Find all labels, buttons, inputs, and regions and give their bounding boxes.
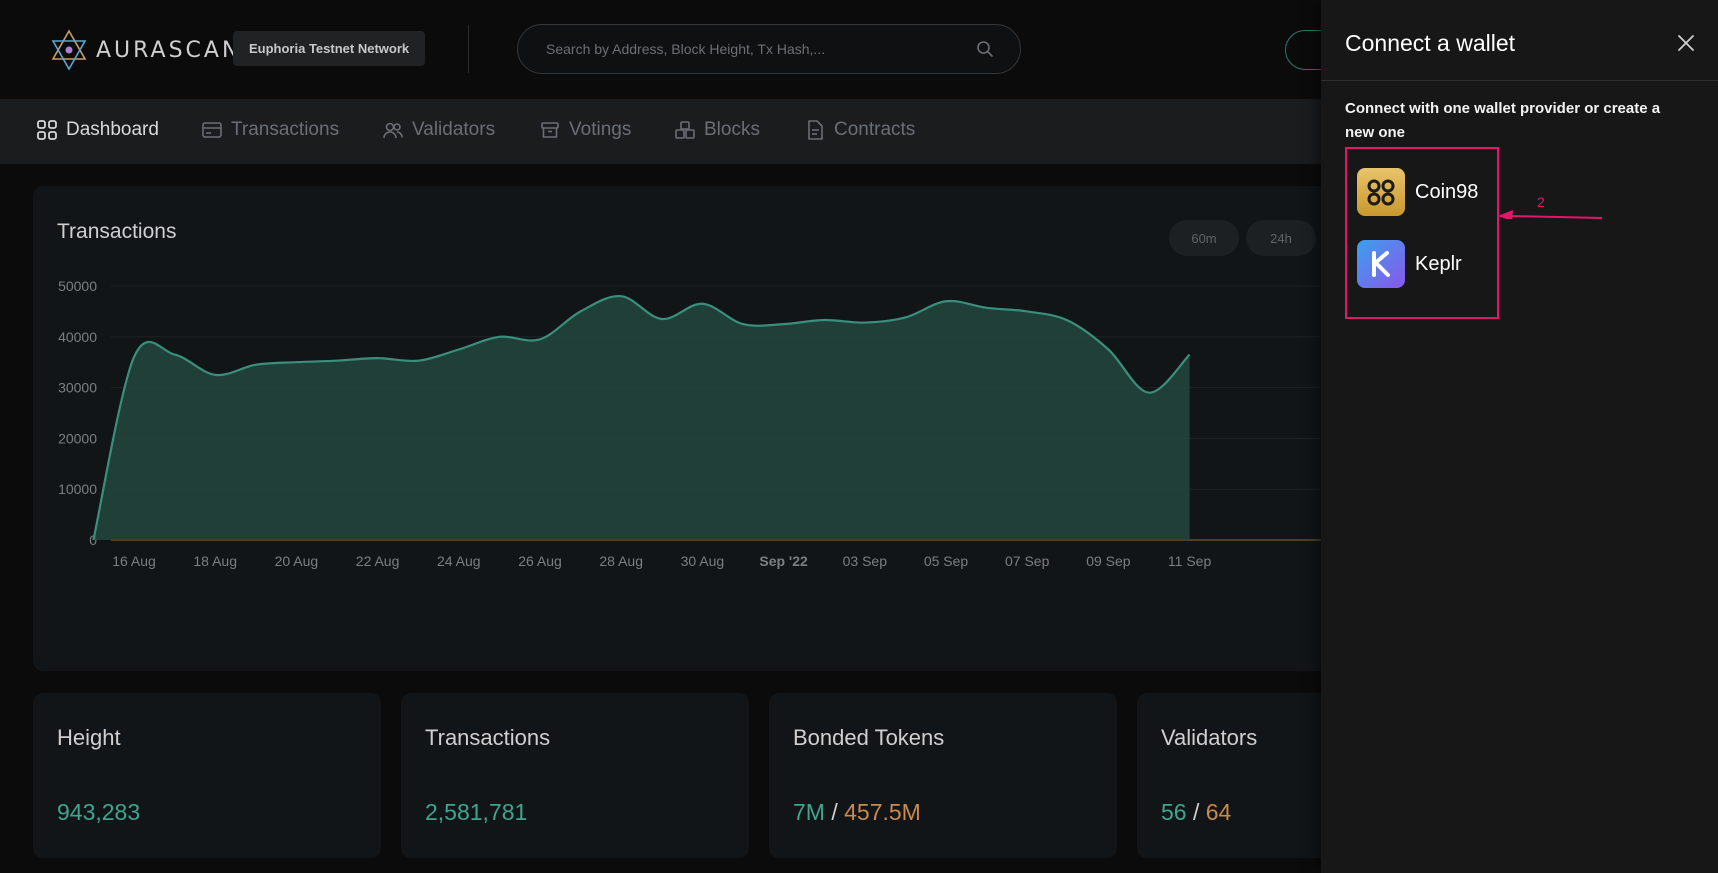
annotation-arrow-icon <box>1498 210 1603 219</box>
wallet-option-keplr[interactable]: Keplr <box>1357 240 1462 288</box>
y-tick-label: 20000 <box>58 430 97 446</box>
search-icon[interactable] <box>976 40 994 58</box>
close-icon[interactable] <box>1676 33 1696 53</box>
archive-box-icon <box>541 122 559 138</box>
wallet-option-coin98[interactable]: Coin98 <box>1357 168 1478 216</box>
nav-label: Blocks <box>704 119 760 140</box>
active-validators-value: 56 <box>1161 799 1187 825</box>
keplr-icon <box>1357 240 1405 288</box>
x-tick-label: 18 Aug <box>193 553 237 569</box>
search-input[interactable] <box>546 25 966 73</box>
wallet-list-highlight: Coin98 Keplr <box>1345 147 1499 319</box>
nav-blocks[interactable]: Blocks <box>674 119 760 141</box>
stat-label: Height <box>57 725 121 750</box>
nav-transactions[interactable]: Transactions <box>201 119 339 141</box>
drawer-divider <box>1321 80 1718 81</box>
network-badge[interactable]: Euphoria Testnet Network <box>233 31 426 66</box>
stat-label: Transactions <box>425 725 551 750</box>
drawer-description: Connect with one wallet provider or crea… <box>1345 100 1661 141</box>
aurascan-logo-icon <box>51 29 87 71</box>
area-fill <box>93 296 1190 540</box>
stat-card-bonded-tokens: Bonded Tokens 7M / 457.5M <box>769 693 1117 858</box>
x-tick-label: 24 Aug <box>437 553 481 569</box>
x-tick-label: 16 Aug <box>112 553 156 569</box>
stat-value: 7M / 457.5M <box>793 799 921 826</box>
x-tick-label: 09 Sep <box>1086 553 1131 569</box>
nav-label: Transactions <box>231 119 340 140</box>
y-tick-label: 30000 <box>58 380 97 396</box>
y-tick-label: 10000 <box>58 481 97 497</box>
stat-value: 56 / 64 <box>1161 799 1231 826</box>
transactions-chart-card: Transactions 60m 24h 0 10000 20000 30000 400… <box>33 186 1433 671</box>
nav-contracts[interactable]: Contracts <box>804 119 915 141</box>
stat-label: Validators <box>1161 725 1258 750</box>
transactions-area-chart: 0100002000030000400005000016 Aug 18 Aug 20… <box>58 278 1433 569</box>
card-icon <box>202 122 222 138</box>
app-root: AURASCAN Euphoria Testnet Network Dashbo… <box>0 0 1718 873</box>
document-icon <box>808 120 823 140</box>
blocks-icon <box>675 121 695 139</box>
x-tick-label: 30 Aug <box>681 553 725 569</box>
header-divider <box>468 25 469 73</box>
x-tick-label: 03 Sep <box>843 553 888 569</box>
x-tick-label: 11 Sep <box>1168 553 1212 569</box>
drawer-title: Connect a wallet <box>1345 30 1516 56</box>
nav-label: Dashboard <box>66 119 159 140</box>
brand-name: AURASCAN <box>96 37 242 63</box>
logo[interactable]: AURASCAN <box>50 29 241 71</box>
x-tick-label: 28 Aug <box>599 553 643 569</box>
total-value: 457.5M <box>844 799 921 825</box>
y-tick-label: 40000 <box>58 329 97 345</box>
wallet-name: Keplr <box>1415 252 1462 275</box>
value-separator: / <box>1186 799 1206 825</box>
bonded-value: 7M <box>793 799 825 825</box>
x-tick-label: 07 Sep <box>1005 553 1050 569</box>
value-separator: / <box>824 799 845 825</box>
stat-label: Bonded Tokens <box>793 725 945 750</box>
stat-value: 2,581,781 <box>425 799 528 825</box>
dashboard-icon <box>37 120 57 140</box>
total-validators-value: 64 <box>1205 799 1232 825</box>
stat-card-height: Height 943,283 <box>33 693 381 858</box>
wallet-name: Coin98 <box>1415 180 1479 203</box>
nav-label: Contracts <box>834 119 916 140</box>
y-tick-label: 50000 <box>58 278 97 294</box>
x-tick-label: 05 Sep <box>924 553 969 569</box>
x-tick-label: 20 Aug <box>275 553 319 569</box>
nav-label: Votings <box>569 119 632 140</box>
search-bar[interactable] <box>517 24 1021 74</box>
nav-validators[interactable]: Validators <box>382 119 495 141</box>
stat-value: 943,283 <box>57 799 141 825</box>
nav-label: Validators <box>412 119 496 140</box>
coin98-icon <box>1357 168 1405 216</box>
nav-votings[interactable]: Votings <box>539 119 631 141</box>
nav-dashboard[interactable]: Dashboard <box>36 119 159 141</box>
x-tick-label: 22 Aug <box>356 553 400 569</box>
x-tick-label: Sep '22 <box>759 553 808 569</box>
stat-card-transactions: Transactions 2,581,781 <box>401 693 749 858</box>
x-tick-label: 26 Aug <box>518 553 562 569</box>
users-icon <box>383 122 403 139</box>
connect-wallet-drawer: Connect a wallet Connect with one wallet… <box>1321 0 1718 873</box>
